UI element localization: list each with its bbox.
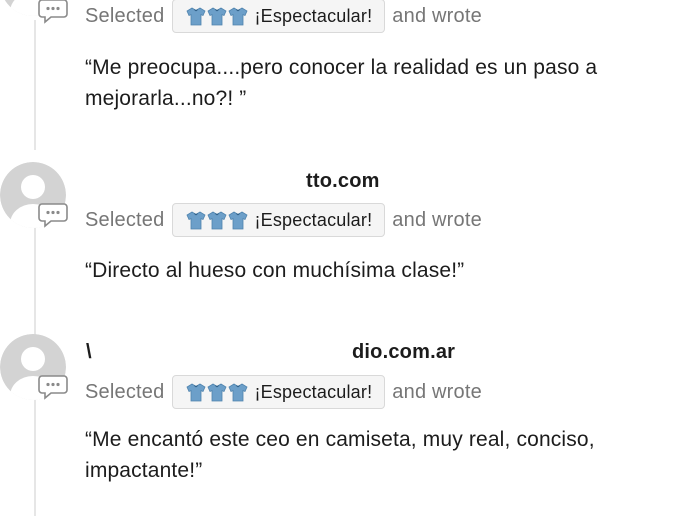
comment-text: “Me encantó este ceo en camiseta, muy re… [85,428,595,482]
thread-line [34,20,36,150]
action-prefix: Selected [85,4,165,27]
jersey-icon [186,6,249,26]
action-suffix: and wrote [392,208,482,231]
action-suffix: and wrote [392,4,482,27]
reaction-label: ¡Espectacular! [254,209,373,230]
action-suffix: and wrote [392,380,482,403]
activity-action: Selected ¡Espectacular! and wrote [85,373,482,411]
activity-action: Selected ¡Espectacular! and wrote [85,201,482,239]
author-initial[interactable]: \ [86,341,92,364]
comment-icon [38,374,68,400]
action-prefix: Selected [85,208,165,231]
jersey-icon [186,210,249,230]
comment-icon [38,202,68,228]
author-name[interactable]: dio.com.ar [352,341,455,364]
activity-action: Selected ¡Espectacular! and wrote [85,0,482,35]
comment-text: “Directo al hueso con muchísima clase!” [85,259,465,282]
reaction-badge[interactable]: ¡Espectacular! [172,0,386,33]
reaction-label: ¡Espectacular! [254,381,373,402]
thread-line [34,400,36,516]
reaction-label: ¡Espectacular! [254,5,373,26]
jersey-icon [186,382,249,402]
comment-text: “Me preocupa....pero conocer la realidad… [85,56,598,110]
action-prefix: Selected [85,380,165,403]
author-name[interactable]: tto.com [306,170,380,193]
thread-line [34,228,36,338]
reaction-badge[interactable]: ¡Espectacular! [172,203,386,237]
reaction-badge[interactable]: ¡Espectacular! [172,375,386,409]
comment-icon [38,0,68,24]
